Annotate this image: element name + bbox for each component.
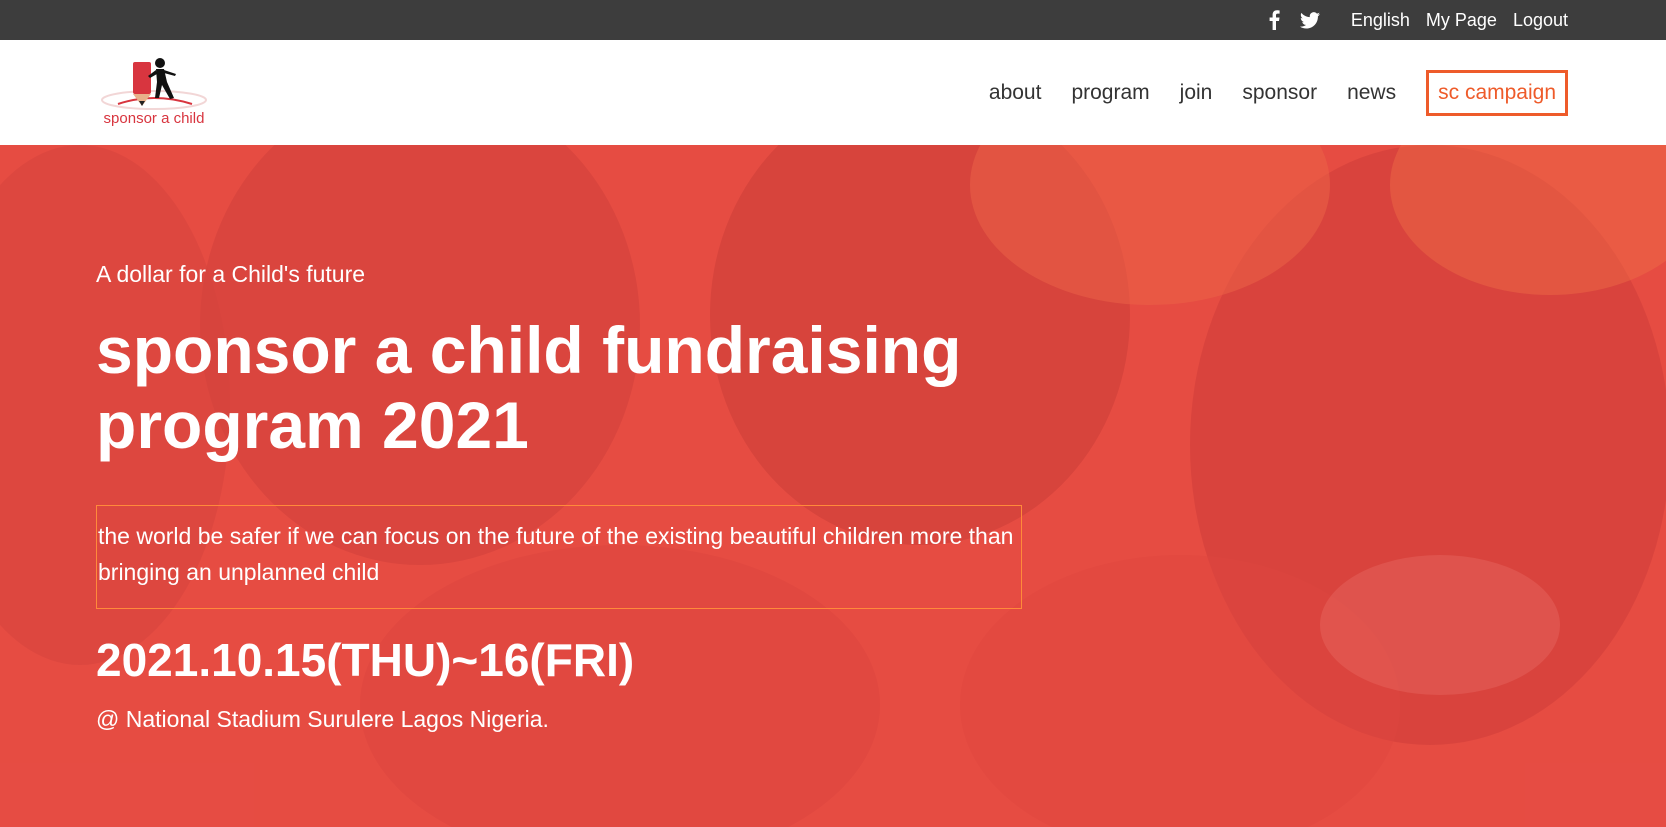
site-header: sponsor a child about program join spons… bbox=[0, 40, 1666, 145]
nav-join[interactable]: join bbox=[1180, 81, 1213, 105]
main-nav: about program join sponsor news sc campa… bbox=[959, 70, 1568, 116]
nav-sponsor[interactable]: sponsor bbox=[1242, 81, 1317, 105]
logout-link[interactable]: Logout bbox=[1513, 10, 1568, 31]
site-logo[interactable]: sponsor a child bbox=[96, 54, 212, 130]
top-utility-bar: English My Page Logout bbox=[0, 0, 1666, 40]
hero-quote: the world be safer if we can focus on th… bbox=[98, 523, 1014, 585]
event-venue: @ National Stadium Surulere Lagos Nigeri… bbox=[96, 706, 549, 732]
facebook-icon[interactable] bbox=[1263, 9, 1285, 31]
hero-banner: A dollar for a Child's future sponsor a … bbox=[0, 145, 1666, 827]
logo-text: sponsor a child bbox=[103, 110, 205, 127]
sc-campaign-button[interactable]: sc campaign bbox=[1426, 70, 1568, 116]
twitter-icon[interactable] bbox=[1299, 9, 1321, 31]
event-date: 2021.10.15(THU)~16(FRI) bbox=[96, 634, 635, 686]
utility-links: English My Page Logout bbox=[1263, 0, 1568, 40]
hero-title: sponsor a child fundraising program 2021 bbox=[96, 313, 962, 462]
nav-about[interactable]: about bbox=[989, 81, 1042, 105]
hero-tagline: A dollar for a Child's future bbox=[96, 261, 366, 287]
my-page-link[interactable]: My Page bbox=[1426, 10, 1497, 31]
language-selector[interactable]: English bbox=[1351, 10, 1410, 31]
nav-program[interactable]: program bbox=[1071, 81, 1149, 105]
hero-quote-box: the world be safer if we can focus on th… bbox=[96, 505, 1022, 609]
nav-news[interactable]: news bbox=[1347, 81, 1396, 105]
logo-emblem bbox=[101, 58, 207, 110]
